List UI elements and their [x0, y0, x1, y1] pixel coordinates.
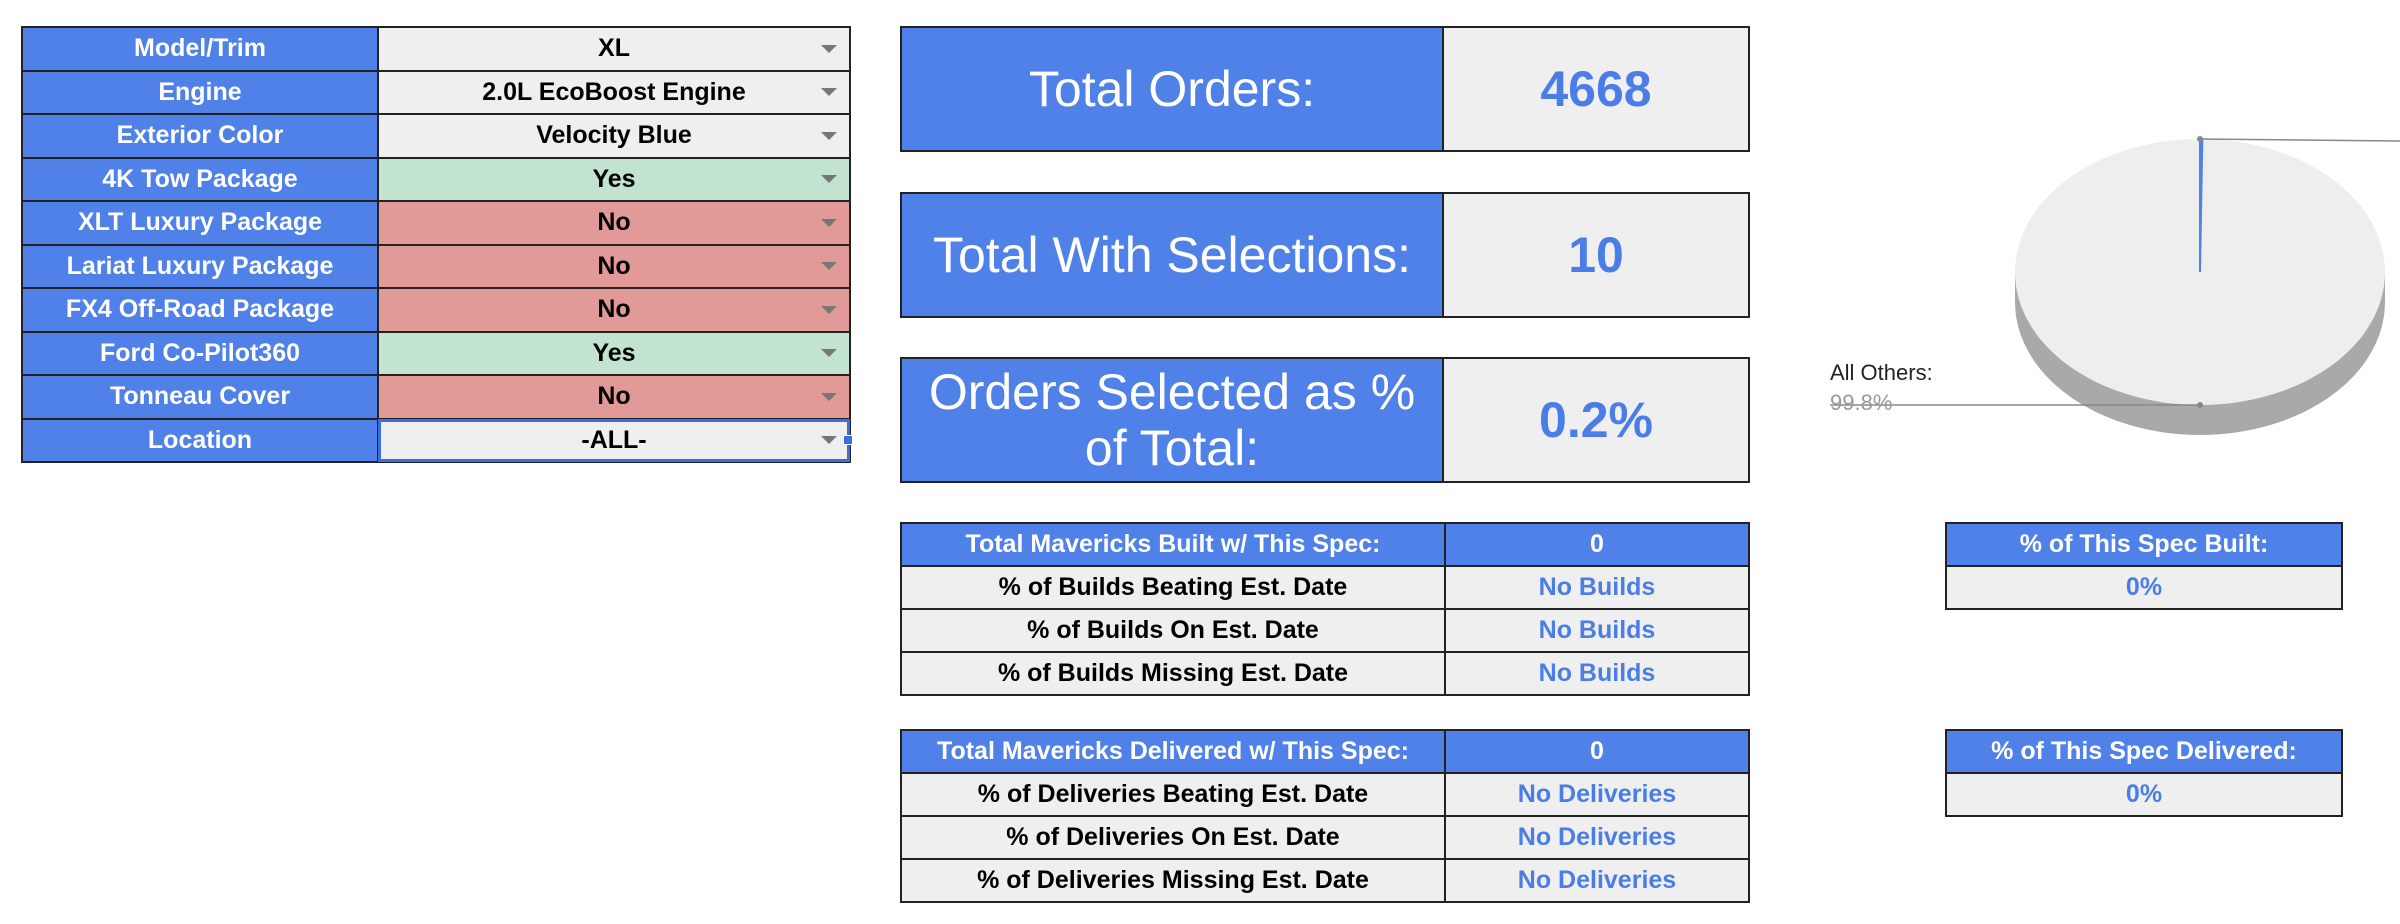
- table-row: % of Builds Beating Est. Date No Builds: [900, 565, 1750, 610]
- spec-delivered-table: % of This Spec Delivered: 0%: [1945, 729, 2343, 817]
- deliveries-header-row: Total Mavericks Delivered w/ This Spec: …: [900, 729, 1750, 774]
- filter-value: No: [597, 208, 631, 237]
- builds-row-value: No Builds: [1444, 608, 1750, 653]
- filter-label: Model/Trim: [21, 26, 379, 72]
- filter-row: Lariat Luxury Package No: [21, 243, 851, 289]
- filter-dropdown[interactable]: Velocity Blue: [377, 113, 851, 159]
- pie-leader-dot: [2197, 402, 2203, 408]
- deliveries-table: Total Mavericks Delivered w/ This Spec: …: [900, 729, 1750, 903]
- builds-row-value: No Builds: [1444, 565, 1750, 610]
- table-row: % of Deliveries Beating Est. Date No Del…: [900, 772, 1750, 817]
- dropdown-arrow-icon[interactable]: [821, 349, 837, 358]
- dropdown-arrow-icon[interactable]: [821, 305, 837, 314]
- dropdown-arrow-icon[interactable]: [821, 392, 837, 401]
- filter-value: Velocity Blue: [536, 121, 692, 150]
- deliveries-row-label: % of Deliveries On Est. Date: [900, 815, 1446, 860]
- table-row: % of Deliveries On Est. Date No Deliveri…: [900, 815, 1750, 860]
- total-orders-box: Total Orders: 4668: [900, 26, 1750, 152]
- deliveries-header-value: 0: [1444, 729, 1750, 774]
- filter-dropdown[interactable]: 2.0L EcoBoost Engine: [377, 69, 851, 115]
- spec-built-value: 0%: [1945, 565, 2343, 610]
- filter-row: Location -ALL-: [21, 417, 851, 463]
- filter-value: Yes: [592, 164, 636, 193]
- filter-value: Yes: [592, 338, 636, 367]
- spec-delivered-label: % of This Spec Delivered:: [1945, 729, 2343, 774]
- builds-row-value: No Builds: [1444, 651, 1750, 696]
- filter-dropdown[interactable]: No: [377, 243, 851, 289]
- filter-dropdown[interactable]: Yes: [377, 330, 851, 376]
- filter-dropdown[interactable]: XL: [377, 26, 851, 72]
- builds-table: Total Mavericks Built w/ This Spec: 0 % …: [900, 522, 1750, 696]
- filter-row: Ford Co-Pilot360 Yes: [21, 330, 851, 376]
- builds-row-label: % of Builds Beating Est. Date: [900, 565, 1446, 610]
- builds-header-value: 0: [1444, 522, 1750, 567]
- filter-row: Model/Trim XL: [21, 26, 851, 72]
- filter-row: Engine 2.0L EcoBoost Engine: [21, 69, 851, 115]
- filter-label: Lariat Luxury Package: [21, 243, 379, 289]
- filter-value: XL: [598, 34, 630, 63]
- total-orders-label: Total Orders:: [900, 26, 1442, 152]
- filter-dropdown[interactable]: No: [377, 200, 851, 246]
- filter-label: Location: [21, 417, 379, 463]
- filter-table: Model/Trim XL Engine 2.0L EcoBoost Engine Ex…: [21, 26, 851, 463]
- selection-fill-handle[interactable]: [843, 435, 853, 445]
- pct-selected-label: Orders Selected as % of Total:: [900, 357, 1442, 483]
- total-selected-value: 10: [1442, 192, 1750, 318]
- builds-row-label: % of Builds Missing Est. Date: [900, 651, 1446, 696]
- filter-label: XLT Luxury Package: [21, 200, 379, 246]
- deliveries-header-label: Total Mavericks Delivered w/ This Spec:: [900, 729, 1446, 774]
- builds-header-label: Total Mavericks Built w/ This Spec:: [900, 522, 1446, 567]
- filter-label: Ford Co-Pilot360: [21, 330, 379, 376]
- pct-selected-box: Orders Selected as % of Total: 0.2%: [900, 357, 1750, 483]
- dropdown-arrow-icon[interactable]: [821, 218, 837, 227]
- filter-value: No: [597, 251, 631, 280]
- filter-label: Tonneau Cover: [21, 374, 379, 420]
- filter-dropdown[interactable]: No: [377, 287, 851, 333]
- filter-dropdown[interactable]: Yes: [377, 156, 851, 202]
- filter-row: XLT Luxury Package No: [21, 200, 851, 246]
- filter-value: No: [597, 295, 631, 324]
- deliveries-row-value: No Deliveries: [1444, 858, 1750, 903]
- table-row: % of Deliveries Missing Est. Date No Del…: [900, 858, 1750, 903]
- filter-value: 2.0L EcoBoost Engine: [482, 77, 746, 106]
- dropdown-arrow-icon[interactable]: [821, 88, 837, 97]
- dropdown-arrow-icon[interactable]: [821, 436, 837, 445]
- filter-label: 4K Tow Package: [21, 156, 379, 202]
- dropdown-arrow-icon[interactable]: [821, 175, 837, 184]
- pie-leader-line-selected: [2199, 138, 2400, 142]
- deliveries-row-value: No Deliveries: [1444, 815, 1750, 860]
- filter-row: 4K Tow Package Yes: [21, 156, 851, 202]
- pie-label-others-pct: 99.8%: [1830, 390, 1893, 415]
- total-selected-box: Total With Selections: 10: [900, 192, 1750, 318]
- total-selected-label: Total With Selections:: [900, 192, 1442, 318]
- dropdown-arrow-icon[interactable]: [821, 44, 837, 53]
- filter-value: -ALL-: [581, 425, 647, 454]
- deliveries-row-label: % of Deliveries Missing Est. Date: [900, 858, 1446, 903]
- dropdown-arrow-icon[interactable]: [821, 262, 837, 271]
- filter-label: FX4 Off-Road Package: [21, 287, 379, 333]
- filter-row: Exterior Color Velocity Blue: [21, 113, 851, 159]
- table-row: % of Builds Missing Est. Date No Builds: [900, 651, 1750, 696]
- spec-built-table: % of This Spec Built: 0%: [1945, 522, 2343, 610]
- deliveries-row-value: No Deliveries: [1444, 772, 1750, 817]
- filter-dropdown[interactable]: No: [377, 374, 851, 420]
- spec-delivered-value: 0%: [1945, 772, 2343, 817]
- filter-label: Exterior Color: [21, 113, 379, 159]
- pct-selected-value: 0.2%: [1442, 357, 1750, 483]
- filter-row: Tonneau Cover No: [21, 374, 851, 420]
- spec-built-label: % of This Spec Built:: [1945, 522, 2343, 567]
- pie-leader-dot: [2197, 136, 2203, 142]
- builds-row-label: % of Builds On Est. Date: [900, 608, 1446, 653]
- table-row: % of Builds On Est. Date No Builds: [900, 608, 1750, 653]
- dropdown-arrow-icon[interactable]: [821, 131, 837, 140]
- filter-row: FX4 Off-Road Package No: [21, 287, 851, 333]
- filter-dropdown[interactable]: -ALL-: [377, 417, 851, 463]
- filter-value: No: [597, 382, 631, 411]
- filter-label: Engine: [21, 69, 379, 115]
- deliveries-row-label: % of Deliveries Beating Est. Date: [900, 772, 1446, 817]
- total-orders-value: 4668: [1442, 26, 1750, 152]
- pie-label-others: All Others:: [1830, 360, 1933, 385]
- builds-header-row: Total Mavericks Built w/ This Spec: 0: [900, 522, 1750, 567]
